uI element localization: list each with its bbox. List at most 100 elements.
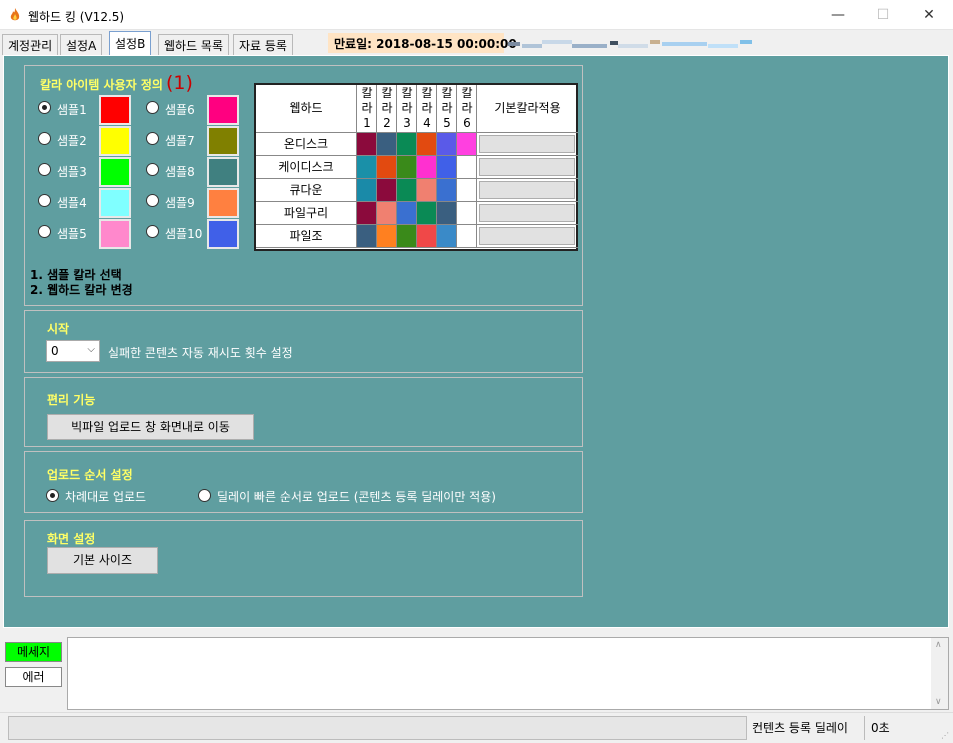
minimize-button[interactable]: — [815,0,861,30]
tab-settings-b[interactable]: 설정B [109,31,152,56]
message-tab-button[interactable]: 메세지 [5,642,62,662]
scroll-down-icon[interactable]: ∨ [935,697,942,707]
sample-1-radio[interactable] [38,101,51,114]
sample-1-swatch[interactable] [99,95,131,125]
sample-4-swatch[interactable] [99,188,131,218]
color-cell[interactable] [457,156,477,179]
order-delay-radio[interactable] [198,489,211,502]
apply-default-color-button[interactable] [479,227,575,245]
sample-3-swatch[interactable] [99,157,131,187]
webhard-color-table: 웹하드 기본칼라적용 칼 라 1 칼 라 2 칼 라 3 칼 라 4 칼 라 5 칼 라 6 온디스크 케이디스크 큐다… [254,83,578,251]
apply-default-color-button[interactable] [479,135,575,153]
sample-1-label: 샘플1 [57,103,87,117]
color-cell[interactable] [417,225,437,248]
sample-8-swatch[interactable] [207,157,239,187]
color-cell[interactable] [437,225,457,248]
message-log[interactable]: ∧ ∨ [67,637,949,710]
util-group-title: 편리 기능 [47,393,96,407]
color-cell[interactable] [417,202,437,225]
color-cell[interactable] [377,133,397,156]
resize-grip-icon[interactable]: ⋰ [941,731,951,741]
maximize-button[interactable]: ☐ [860,0,906,30]
sample-2-radio[interactable] [38,132,51,145]
apply-cell [477,179,578,202]
window-title: 웹하드 킹 (V12.5) [28,10,125,24]
sample-9-swatch[interactable] [207,188,239,218]
color-cell[interactable] [417,179,437,202]
step-2: 2. 웹하드 칼라 변경 [30,283,133,297]
color-cell[interactable] [357,225,377,248]
color-header-char: 라 [361,101,373,115]
tab-content-upload[interactable]: 자료 등록 [233,34,293,55]
color-cell[interactable] [437,156,457,179]
color-header-char: 칼 [421,86,433,100]
color-cell[interactable] [437,179,457,202]
retry-description: 실패한 콘텐츠 자동 재시도 횟수 설정 [108,346,293,360]
retry-count-value: 0 [51,344,59,358]
sample-5-swatch[interactable] [99,219,131,249]
sample-6-radio[interactable] [146,101,159,114]
color-header-char: 칼 [441,86,453,100]
color-cell[interactable] [397,156,417,179]
table-header-color-2: 칼라2 [377,85,397,133]
color-header-char: 2 [383,116,391,130]
color-cell[interactable] [377,202,397,225]
sample-10-radio[interactable] [146,225,159,238]
color-cell[interactable] [377,225,397,248]
sample-6-swatch[interactable] [207,95,239,125]
color-cell[interactable] [397,225,417,248]
retry-count-select[interactable]: 0 ⌵ [46,340,100,362]
color-cell[interactable] [397,179,417,202]
apply-default-color-button[interactable] [479,158,575,176]
color-cell[interactable] [437,133,457,156]
color-group-title: 칼라 아이템 사용자 정의 (1) [40,72,193,94]
tab-webhard-list[interactable]: 웹하드 목록 [158,34,230,55]
error-tab-button[interactable]: 에러 [5,667,62,687]
sample-7-swatch[interactable] [207,126,239,156]
sample-3-label: 샘플3 [57,165,87,179]
sample-9-radio[interactable] [146,194,159,207]
table-header-color-5: 칼라5 [437,85,457,133]
color-cell[interactable] [377,156,397,179]
close-button[interactable]: ✕ [906,0,952,30]
sample-9-label: 샘플9 [165,196,195,210]
color-cell[interactable] [457,202,477,225]
sample-8-radio[interactable] [146,163,159,176]
default-size-button[interactable]: 기본 사이즈 [47,547,158,574]
scroll-up-icon[interactable]: ∧ [935,640,942,650]
apply-default-color-button[interactable] [479,204,575,222]
color-header-char: 6 [463,116,471,130]
color-cell[interactable] [357,202,377,225]
color-cell[interactable] [417,156,437,179]
move-bigfile-window-button[interactable]: 빅파일 업로드 창 화면내로 이동 [47,414,254,440]
webhard-name: 온디스크 [256,133,357,156]
webhard-name: 케이디스크 [256,156,357,179]
color-cell[interactable] [357,156,377,179]
sample-7-radio[interactable] [146,132,159,145]
color-cell[interactable] [357,179,377,202]
sample-3-radio[interactable] [38,163,51,176]
order-sequential-radio[interactable] [46,489,59,502]
color-cell[interactable] [377,179,397,202]
sample-5-radio[interactable] [38,225,51,238]
color-cell[interactable] [437,202,457,225]
color-cell[interactable] [457,179,477,202]
color-header-char: 1 [363,116,371,130]
tab-settings-a[interactable]: 설정A [60,34,103,55]
color-cell[interactable] [397,133,417,156]
apply-default-color-button[interactable] [479,181,575,199]
log-scrollbar[interactable]: ∧ ∨ [931,638,948,709]
progress-bar [8,716,747,740]
expiry-label: 만료일: 2018-08-15 00:00:00 [328,33,517,53]
sample-2-swatch[interactable] [99,126,131,156]
color-cell[interactable] [457,133,477,156]
color-header-char: 칼 [381,86,393,100]
chevron-down-icon: ⌵ [87,344,95,355]
sample-4-radio[interactable] [38,194,51,207]
color-cell[interactable] [457,225,477,248]
tab-account[interactable]: 계정관리 [2,34,59,55]
color-cell[interactable] [397,202,417,225]
color-cell[interactable] [417,133,437,156]
color-cell[interactable] [357,133,377,156]
sample-10-swatch[interactable] [207,219,239,249]
